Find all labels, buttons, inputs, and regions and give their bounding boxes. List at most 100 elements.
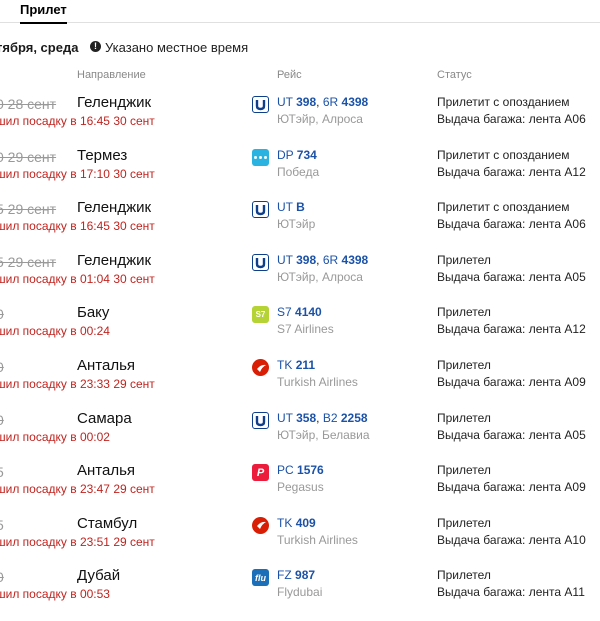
flight-code: UT <box>277 410 293 425</box>
flight-number: 734 <box>296 147 317 162</box>
local-time-note: Указано местное время <box>105 40 249 55</box>
landed-info: шил посадку в 23:33 29 сент <box>0 377 155 391</box>
flight-code: TK <box>277 515 293 530</box>
tab-bar: Прилет <box>0 0 600 24</box>
flight-row[interactable]: 5 29 сент Геленджик шил посадку в 16:45 30… <box>0 199 600 253</box>
flight-number: 987 <box>295 568 316 583</box>
flight-code: 6R <box>322 252 339 267</box>
airline-name: ЮТэйр, Алроса <box>277 269 363 284</box>
flight-row[interactable]: 0 Анталья шил посадку в 23:33 29 сент TK 21… <box>0 357 600 411</box>
flight-row[interactable]: 5 29 сент Геленджик шил посадку в 01:04 30… <box>0 252 600 306</box>
landed-date: 30 сент <box>113 219 155 234</box>
flight-status: Прилетел <box>437 252 491 267</box>
dp-icon <box>252 148 269 166</box>
flight-number: В <box>296 200 305 215</box>
flight-row[interactable]: 0Бакушил посадку в 00:24S7S7 4140S7 Airl… <box>0 304 600 358</box>
pc-icon: P <box>252 464 269 482</box>
flight-number: 4140 <box>295 305 322 320</box>
origin-city: Анталья <box>77 357 136 374</box>
landed-info: шил посадку в 17:10 30 сент <box>0 167 155 181</box>
landed-info: шил посадку в 00:24 <box>0 324 110 338</box>
baggage-belt: Выдача багажа: лента А12 <box>437 322 586 337</box>
scheduled-time: 5 29 сент <box>0 253 57 270</box>
airline-name: Turkish Airlines <box>277 375 358 389</box>
scheduled-time: 0 <box>0 569 4 585</box>
info-icon: ! <box>90 41 101 52</box>
column-header-flight: Рейс <box>277 69 302 81</box>
flight-status: Прилетел <box>437 305 491 320</box>
flight-code: B2 <box>322 410 338 425</box>
flight-row[interactable]: 5 Стамбул шил посадку в 23:51 29 сент TK 40… <box>0 515 600 569</box>
flight-row[interactable]: 0 Дубай шил посадку в 00:53 flu FZ 987 Flydub… <box>0 567 600 621</box>
flight-numbers[interactable]: FZ 987 <box>277 568 315 582</box>
airline-name: ЮТэйр, Белавиа <box>277 427 370 442</box>
flight-numbers[interactable]: UT 398, 6R 4398 <box>277 95 368 109</box>
flight-number: 4398 <box>341 95 369 109</box>
flight-code: UT <box>277 252 293 267</box>
landed-date: 30 сент <box>113 271 155 286</box>
flight-numbers[interactable]: UT 358, B2 2258 <box>277 411 368 425</box>
flight-row[interactable]: 5 Анталья шил посадку в 23:47 29 сент P PC 1… <box>0 462 600 516</box>
landed-date: 29 сент <box>113 534 155 549</box>
scheduled-time: 0 <box>0 412 4 428</box>
flight-status: Прилетел <box>437 410 491 425</box>
flight-number: 2258 <box>340 410 368 425</box>
flight-numbers[interactable]: UT 398, 6R 4398 <box>277 253 368 267</box>
scheduled-time: 5 <box>0 464 4 480</box>
tab-arrivals[interactable]: Прилет <box>20 2 67 24</box>
flight-numbers[interactable]: DP 734 <box>277 148 317 162</box>
origin-city: Анталья <box>77 462 136 480</box>
flight-code: FZ <box>277 568 292 583</box>
ut-icon <box>252 411 269 429</box>
flight-row[interactable]: 0 Самара шил посадку в 00:02 UT 358, B2 225… <box>0 409 600 464</box>
flight-status: Прилетит с опозданием <box>437 147 570 162</box>
flight-numbers[interactable]: S7 4140 <box>277 305 322 319</box>
baggage-belt: Выдача багажа: лента А10 <box>437 532 586 547</box>
landed-text: шил посадку в 17:10 <box>0 166 110 181</box>
baggage-belt: Выдача багажа: лента А09 <box>437 480 586 495</box>
flight-code: DP <box>277 147 294 162</box>
landed-text: шил посадку в 23:47 <box>0 482 110 497</box>
origin-city: Дубай <box>77 567 121 585</box>
ut-icon <box>252 253 269 271</box>
flight-status: Прилетит с опозданием <box>437 95 570 109</box>
landed-date: 30 сент <box>113 166 155 181</box>
baggage-belt: Выдача багажа: лента А06 <box>437 112 586 126</box>
landed-info: шил посадку в 23:47 29 сент <box>0 482 155 496</box>
flight-code: UT <box>277 95 293 109</box>
scheduled-time: 0 28 сент <box>0 96 57 112</box>
landed-text: шил посадку в 16:45 <box>0 219 110 234</box>
baggage-belt: Выдача багажа: лента А06 <box>437 217 586 232</box>
flight-number: 1576 <box>297 463 324 478</box>
flight-numbers[interactable]: TK 211 <box>277 358 315 372</box>
s7-icon: S7 <box>252 306 269 324</box>
flight-numbers[interactable]: TK 409 <box>277 516 316 530</box>
flight-status: Прилетел <box>437 515 491 530</box>
flight-number: 4398 <box>341 252 369 267</box>
origin-city: Самара <box>77 409 132 427</box>
airline-name: S7 Airlines <box>277 322 334 337</box>
landed-text: шил посадку в 23:33 <box>0 377 110 391</box>
flight-status: Прилетит с опозданием <box>437 200 570 215</box>
flight-numbers[interactable]: UT В <box>277 200 305 214</box>
flight-status: Прилетел <box>437 463 491 478</box>
flight-code: S7 <box>277 305 292 320</box>
flight-row[interactable]: 0 29 сент Термез шил посадку в 17:10 30 се… <box>0 147 600 201</box>
landed-text: шил посадку в 23:51 <box>0 534 110 549</box>
landed-info: шил посадку в 01:04 30 сент <box>0 272 155 286</box>
flight-code: 6R <box>322 95 339 109</box>
tk-icon <box>252 516 269 534</box>
flight-row[interactable]: 0 28 сент Геленджик шил посадку в 16:45 30… <box>0 94 600 148</box>
origin-city: Геленджик <box>77 94 152 111</box>
origin-city: Баку <box>77 304 110 322</box>
landed-info: шил посадку в 00:02 <box>0 430 110 444</box>
landed-text: шил посадку в 16:45 <box>0 114 110 128</box>
scheduled-time: 0 <box>0 359 4 375</box>
column-header-status: Статус <box>437 69 472 81</box>
flight-number: 211 <box>295 358 316 372</box>
baggage-belt: Выдача багажа: лента А09 <box>437 375 586 389</box>
baggage-belt: Выдача багажа: лента А05 <box>437 427 586 442</box>
airline-name: Turkish Airlines <box>277 532 358 547</box>
flight-numbers[interactable]: PC 1576 <box>277 463 324 477</box>
fz-icon: flu <box>252 569 269 587</box>
